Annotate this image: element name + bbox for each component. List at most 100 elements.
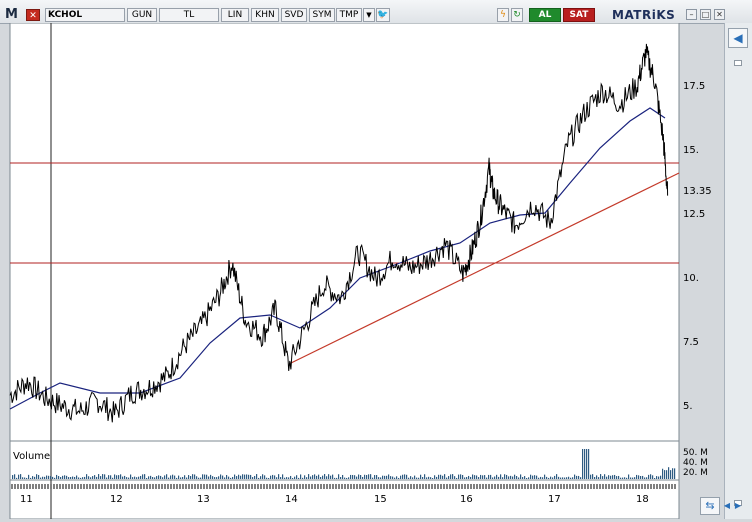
volume-bar: [82, 477, 84, 479]
volume-bar: [646, 477, 648, 479]
volume-bar: [80, 477, 82, 479]
volume-bar: [442, 475, 444, 479]
currency-button[interactable]: TL: [159, 8, 219, 22]
volume-bar: [340, 477, 342, 479]
volume-bar: [174, 475, 176, 479]
volume-bar: [438, 474, 440, 479]
volume-bar: [572, 477, 574, 479]
volume-bar: [638, 475, 640, 479]
volume-bar: [32, 476, 34, 479]
volume-bar: [612, 475, 614, 479]
volume-bar: [510, 475, 512, 479]
template-dropdown[interactable]: ▼: [363, 8, 375, 22]
volume-bar: [594, 477, 596, 479]
buy-button[interactable]: AL: [529, 8, 561, 22]
volume-bar: [436, 476, 438, 479]
volume-bar: [656, 476, 658, 479]
volume-bar: [74, 476, 76, 479]
volume-bar: [162, 477, 164, 479]
sync-icon[interactable]: ⇆: [700, 497, 720, 515]
volume-bar: [164, 475, 166, 479]
volume-bar: [158, 475, 160, 479]
volume-bar: [650, 474, 652, 479]
khn-button[interactable]: KHN: [251, 8, 279, 22]
volume-bar: [458, 474, 460, 479]
volume-panel: [9, 440, 680, 481]
volume-bar: [660, 475, 662, 479]
lightning-icon[interactable]: ϟ: [497, 8, 509, 22]
volume-bar: [98, 474, 100, 479]
volume-bar: [238, 474, 240, 479]
y-tick-label: 10.: [683, 273, 699, 284]
volume-bar: [182, 476, 184, 479]
volume-bar: [396, 476, 398, 479]
maximize-icon[interactable]: □: [700, 9, 711, 20]
sym-button[interactable]: SYM: [309, 8, 335, 22]
volume-bar: [512, 476, 514, 479]
volume-bar: [34, 476, 36, 479]
scale-button[interactable]: LIN: [221, 8, 249, 22]
volume-bar: [606, 476, 608, 479]
volume-bar: [114, 474, 116, 479]
volume-bar: [412, 477, 414, 479]
y-tick-label: 17.5: [683, 81, 705, 92]
volume-bar: [486, 477, 488, 479]
volume-bar: [414, 475, 416, 479]
svd-button[interactable]: SVD: [281, 8, 307, 22]
volume-bar: [420, 474, 422, 479]
volume-bar: [462, 474, 464, 479]
volume-bar: [394, 477, 396, 479]
chart-area[interactable]: 17.5 15. 13.35 12.5 10. 7.5 5. Volume 50…: [0, 23, 724, 519]
volume-bar: [156, 476, 158, 479]
volume-bar: [566, 477, 568, 479]
volume-bar: [198, 477, 200, 479]
volume-bar: [440, 474, 442, 479]
volume-bar: [670, 470, 672, 479]
volume-bar: [496, 474, 498, 479]
volume-bar: [170, 475, 172, 479]
volume-bar: [522, 477, 524, 479]
volume-bar: [40, 477, 42, 479]
volume-bar: [188, 475, 190, 479]
symbol-input[interactable]: KCHOL: [45, 8, 125, 22]
volume-bar: [482, 475, 484, 479]
volume-bar: [124, 475, 126, 479]
volume-bar: [256, 474, 258, 479]
volume-bar: [132, 477, 134, 479]
volume-bar: [488, 474, 490, 479]
volume-bar: [674, 468, 676, 479]
volume-bar: [194, 474, 196, 479]
volume-bar: [432, 477, 434, 479]
volume-bar: [236, 476, 238, 479]
volume-bar: [272, 474, 274, 479]
volume-bar: [280, 477, 282, 479]
scroll-right-icon[interactable]: ▶: [733, 501, 743, 511]
close-chart-icon[interactable]: ✕: [26, 9, 40, 21]
twitter-icon[interactable]: 🐦: [376, 8, 390, 22]
volume-bar: [178, 475, 180, 479]
matriks-logo: M: [5, 7, 18, 22]
volume-bar: [406, 474, 408, 479]
back-arrow-icon[interactable]: ◀: [728, 28, 748, 48]
volume-bar: [292, 477, 294, 479]
minimize-icon[interactable]: –: [686, 9, 697, 20]
refresh-icon[interactable]: ↻: [511, 8, 523, 22]
volume-bar: [110, 475, 112, 479]
close-window-icon[interactable]: ✕: [714, 9, 725, 20]
volume-bar: [216, 477, 218, 479]
volume-bar: [118, 475, 120, 479]
scroll-left-icon[interactable]: ◀: [722, 501, 732, 511]
tmp-button[interactable]: TMP: [336, 8, 362, 22]
volume-bar: [76, 475, 78, 479]
volume-bar: [306, 477, 308, 479]
volume-bar: [140, 475, 142, 479]
volume-bar: [184, 475, 186, 479]
volume-bar: [368, 474, 370, 479]
x-tick-label: 11: [20, 494, 33, 505]
volume-bar: [46, 475, 48, 479]
volume-bar: [456, 477, 458, 479]
volume-bar: [526, 477, 528, 479]
sell-button[interactable]: SAT: [563, 8, 595, 22]
panel-toggle-icon[interactable]: [734, 60, 742, 66]
period-button[interactable]: GUN: [127, 8, 157, 22]
